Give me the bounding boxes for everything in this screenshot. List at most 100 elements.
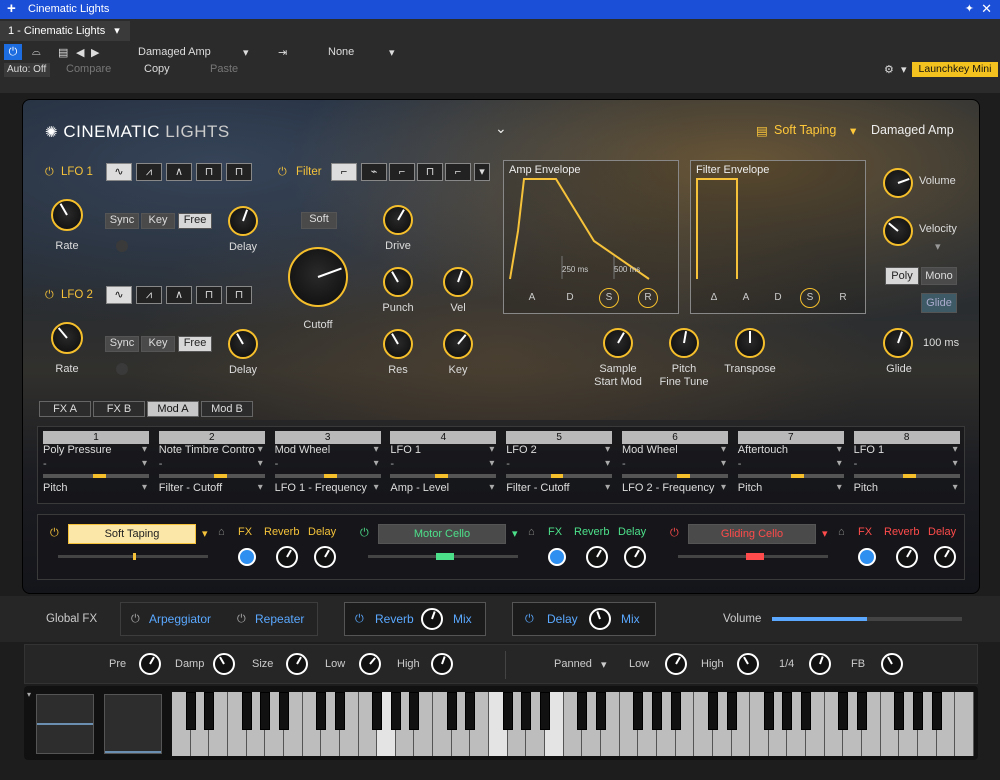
mod-via-select[interactable]: - [622,458,728,470]
lfo1-wave-saw[interactable]: ⩘ [136,163,162,181]
black-key[interactable] [894,692,905,730]
mod-destination-select[interactable]: Filter - Cutoff [159,482,265,496]
lfo2-wave-triangle[interactable]: ∧ [166,286,192,304]
repeater-power-icon[interactable]: ⏻ [237,613,246,626]
mod-via-select[interactable]: - [275,458,381,470]
delay-power-icon[interactable]: ⏻ [525,613,534,626]
lfo2-wave-square[interactable]: ⊓ [196,286,222,304]
mod-via-select[interactable]: - [854,458,960,470]
mod-via-select[interactable]: - [159,458,265,470]
close-icon[interactable]: ✕ [981,1,992,17]
black-key[interactable] [913,692,924,730]
lfo1-sync-button[interactable]: Sync [105,213,139,229]
tab-fx-a[interactable]: FX A [39,401,91,417]
layer-sample-select[interactable]: Motor Cello [378,524,506,544]
delay-time-knob[interactable] [809,653,831,675]
filter-env-release-button[interactable]: R [833,288,853,308]
lfo2-sync-button[interactable]: Sync [105,336,139,352]
black-key[interactable] [801,692,812,730]
lfo1-free-button[interactable]: Free [178,213,212,229]
preset-dropdown-icon[interactable]: ▾ [243,46,249,59]
black-key[interactable] [521,692,532,730]
tab-mod-b[interactable]: Mod B [201,401,253,417]
mod-source-select[interactable]: Poly Pressure [43,444,149,458]
layer-fx-toggle[interactable] [238,548,256,566]
black-key[interactable] [633,692,644,730]
mod-destination-select[interactable]: LFO 1 - Frequency [275,482,381,496]
preset-browser-icon[interactable]: ▤ [756,123,768,138]
add-icon[interactable]: + [7,0,16,17]
mod-source-select[interactable]: LFO 1 [854,444,960,458]
headphone-icon[interactable]: ⌓ [32,46,41,59]
layer-power-icon[interactable]: ⏻ [360,527,369,540]
layer-delay-knob[interactable] [624,546,646,568]
black-key[interactable] [316,692,327,730]
routing-select[interactable]: None [328,46,354,58]
mod-source-select[interactable]: LFO 2 [506,444,612,458]
glide-button[interactable]: Glide [921,293,957,313]
mod-via-select[interactable]: - [738,458,844,470]
lock-icon[interactable]: ⌂ [838,526,845,538]
black-key[interactable] [372,692,383,730]
lfo2-wave-sine[interactable]: ∿ [106,286,132,304]
mod-source-select[interactable]: Mod Wheel [275,444,381,458]
lfo1-delay-knob[interactable] [228,206,258,236]
black-key[interactable] [857,692,868,730]
preset-group-dropdown-icon[interactable]: ▾ [850,123,856,138]
mod-destination-select[interactable]: Pitch [854,482,960,496]
preset-name[interactable]: Damaged Amp [871,123,954,137]
gear-icon[interactable]: ⚙ [884,63,894,76]
mod-amount-slider[interactable] [506,474,613,478]
filter-type-dropdown[interactable]: ▾ [474,163,490,181]
black-key[interactable] [502,692,513,730]
filter-key-knob[interactable] [443,329,473,359]
filter-env-decay-button[interactable]: D [768,288,788,308]
delay-mix-knob[interactable] [589,608,611,630]
lfo1-wave-triangle[interactable]: ∧ [166,163,192,181]
amp-env-attack-button[interactable]: A [522,288,542,308]
lfo1-power-icon[interactable]: ⏻ [45,166,54,179]
velocity-dropdown-icon[interactable]: ▾ [935,240,941,253]
arpeggiator-button[interactable]: Arpeggiator [149,612,211,626]
mod-amount-slider[interactable] [737,474,844,478]
mod-amount-slider[interactable] [158,474,265,478]
mod-amount-slider[interactable] [274,474,381,478]
black-key[interactable] [540,692,551,730]
pin-icon[interactable]: ✦ [965,2,974,15]
mod-source-select[interactable]: Mod Wheel [622,444,728,458]
filter-cutoff-knob[interactable] [288,247,348,307]
black-key[interactable] [446,692,457,730]
low-knob[interactable] [359,653,381,675]
black-key[interactable] [931,692,942,730]
poly-button[interactable]: Poly [885,267,919,285]
preset-group[interactable]: Soft Taping [774,123,836,137]
mod-source-select[interactable]: Aftertouch [738,444,844,458]
black-key[interactable] [204,692,215,730]
power-button[interactable]: ⏻ [4,44,22,60]
lfo2-power-icon[interactable]: ⏻ [45,289,54,302]
layer-sample-select[interactable]: Soft Taping [68,524,196,544]
layer-fx-toggle[interactable] [548,548,566,566]
prev-preset-icon[interactable]: ◀ [76,46,84,59]
filter-punch-knob[interactable] [383,267,413,297]
layer-reverb-knob[interactable] [276,546,298,568]
routing-dropdown-icon[interactable]: ▾ [389,46,395,59]
black-key[interactable] [707,692,718,730]
tab-fx-b[interactable]: FX B [93,401,145,417]
white-key[interactable] [955,692,974,756]
lfo2-free-button[interactable]: Free [178,336,212,352]
filter-type-lp2[interactable]: ⌐ [389,163,415,181]
repeater-button[interactable]: Repeater [255,612,304,626]
filter-soft-button[interactable]: Soft [301,212,337,229]
delay-division[interactable]: 1/4 [779,658,794,670]
amp-env-release-button[interactable]: R [638,288,658,308]
mod-via-select[interactable]: - [506,458,612,470]
black-key[interactable] [465,692,476,730]
filter-res-knob[interactable] [383,329,413,359]
paste-button[interactable]: Paste [210,63,238,75]
layer-fx-toggle[interactable] [858,548,876,566]
transpose-knob[interactable] [735,328,765,358]
black-key[interactable] [670,692,681,730]
black-key[interactable] [763,692,774,730]
filter-env-attack-button[interactable]: A [736,288,756,308]
